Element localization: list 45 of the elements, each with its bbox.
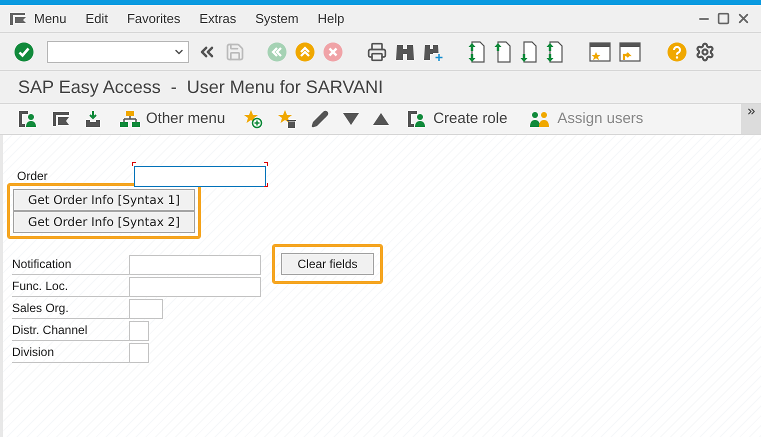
triangle-up-icon[interactable]: [373, 112, 390, 126]
maximize-button[interactable]: [717, 12, 730, 25]
clear-fields-button[interactable]: Clear fields: [281, 253, 374, 275]
get-order-info-button[interactable]: Get Order Info [Syntax 2]: [13, 211, 195, 233]
print-button[interactable]: [367, 42, 387, 62]
menu-item[interactable]: System: [255, 8, 299, 28]
user-frame-icon[interactable]: [18, 110, 38, 128]
star-add-icon[interactable]: [243, 109, 264, 129]
inbox-download-icon[interactable]: [84, 110, 102, 128]
menu-icon[interactable]: [10, 12, 26, 24]
create-role-button[interactable]: Create role: [403, 108, 512, 130]
next-page-icon[interactable]: [519, 40, 537, 62]
enter-button[interactable]: [14, 42, 34, 62]
binoculars-plus-icon[interactable]: [423, 42, 443, 60]
settings-button[interactable]: [695, 42, 715, 62]
first-page-icon[interactable]: [467, 40, 485, 62]
text-field[interactable]: [129, 343, 149, 363]
more-button[interactable]: [741, 104, 761, 134]
page-title: SAP Easy Access - User Menu for SARVANI: [18, 76, 384, 99]
previous-page-icon[interactable]: [493, 40, 511, 62]
pencil-icon[interactable]: [311, 110, 330, 128]
text-field[interactable]: [129, 255, 261, 275]
field-label: Order: [17, 168, 49, 185]
double-chevron-icon: [746, 106, 756, 117]
last-page-icon[interactable]: [545, 40, 563, 62]
text-field[interactable]: [129, 277, 261, 297]
user-frame-icon: [407, 110, 428, 128]
menu-item[interactable]: Menu: [34, 8, 67, 28]
menu-item[interactable]: Edit: [86, 8, 108, 28]
text-field[interactable]: [129, 299, 163, 319]
menu-icon[interactable]: [52, 111, 70, 127]
hierarchy-icon: [120, 110, 140, 128]
close-button[interactable]: [736, 11, 751, 26]
menu-item[interactable]: Favorites: [126, 8, 180, 28]
users-icon: [529, 111, 552, 127]
binoculars-icon[interactable]: [395, 42, 415, 60]
menu-item[interactable]: Extras: [199, 8, 236, 28]
order-field[interactable]: [132, 162, 268, 187]
triangle-down-icon[interactable]: [343, 112, 360, 126]
text-field[interactable]: [129, 321, 149, 341]
get-order-info-button[interactable]: Get Order Info [Syntax 1]: [13, 189, 195, 211]
command-field[interactable]: [47, 40, 189, 62]
other-menu-button[interactable]: Other menu: [116, 108, 230, 130]
star-delete-icon[interactable]: [277, 109, 298, 129]
menu-item[interactable]: Help: [318, 8, 344, 28]
